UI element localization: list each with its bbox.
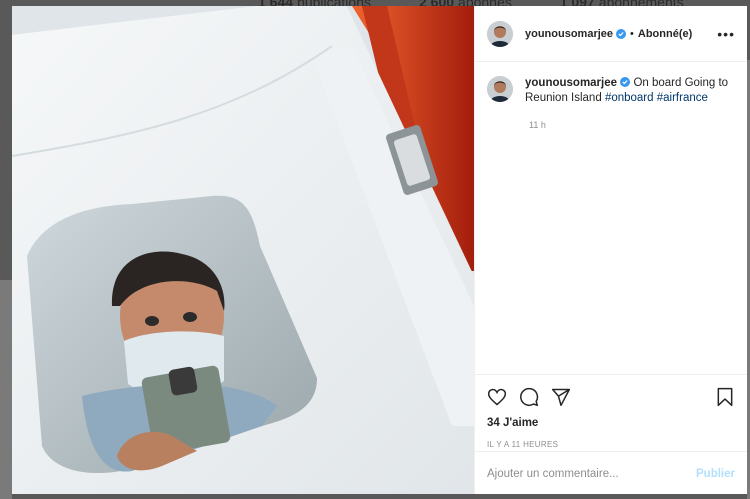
caption-username[interactable]: younousomarjee	[525, 77, 617, 89]
photo-illustration	[12, 6, 474, 494]
heart-icon[interactable]	[487, 387, 507, 407]
author-avatar[interactable]	[487, 20, 513, 47]
caption-timestamp: 11 h	[529, 120, 546, 130]
verified-badge-icon	[616, 28, 627, 39]
caption-text: younousomarjee On board Going to Reunion…	[525, 76, 735, 106]
comment-input[interactable]	[487, 467, 697, 480]
follow-status-button[interactable]: Abonné(e)	[638, 28, 692, 40]
likes-count[interactable]: 34 J'aime	[475, 409, 747, 429]
more-options-icon[interactable]: •••	[717, 26, 735, 42]
post-actions: 34 J'aime IL Y A 11 HEURES Publier	[475, 374, 747, 495]
hashtag-link[interactable]: #airfrance	[657, 92, 708, 104]
verified-badge-icon	[620, 77, 631, 87]
avatar-image	[487, 20, 513, 47]
bookmark-icon[interactable]	[715, 387, 735, 407]
background-grid-tile	[0, 280, 12, 499]
publish-button[interactable]: Publier	[696, 468, 735, 480]
share-icon[interactable]	[551, 387, 571, 407]
comment-bar: Publier	[475, 451, 747, 495]
post-header: younousomarjee • Abonné(e) •••	[475, 6, 747, 62]
caption: younousomarjee On board Going to Reunion…	[475, 62, 747, 106]
author-username[interactable]: younousomarjee	[525, 28, 613, 40]
avatar-image	[487, 76, 513, 102]
follow-separator: •	[630, 27, 634, 40]
hashtag-link[interactable]: #onboard	[605, 92, 654, 104]
post-age: IL Y A 11 HEURES	[487, 440, 559, 449]
action-icons	[475, 375, 747, 409]
comment-icon[interactable]	[519, 387, 539, 407]
post-sidebar: younousomarjee • Abonné(e) ••• younousom…	[474, 6, 747, 494]
post-modal: younousomarjee • Abonné(e) ••• younousom…	[12, 6, 747, 494]
post-photo[interactable]	[12, 6, 474, 494]
caption-avatar[interactable]	[487, 76, 513, 102]
